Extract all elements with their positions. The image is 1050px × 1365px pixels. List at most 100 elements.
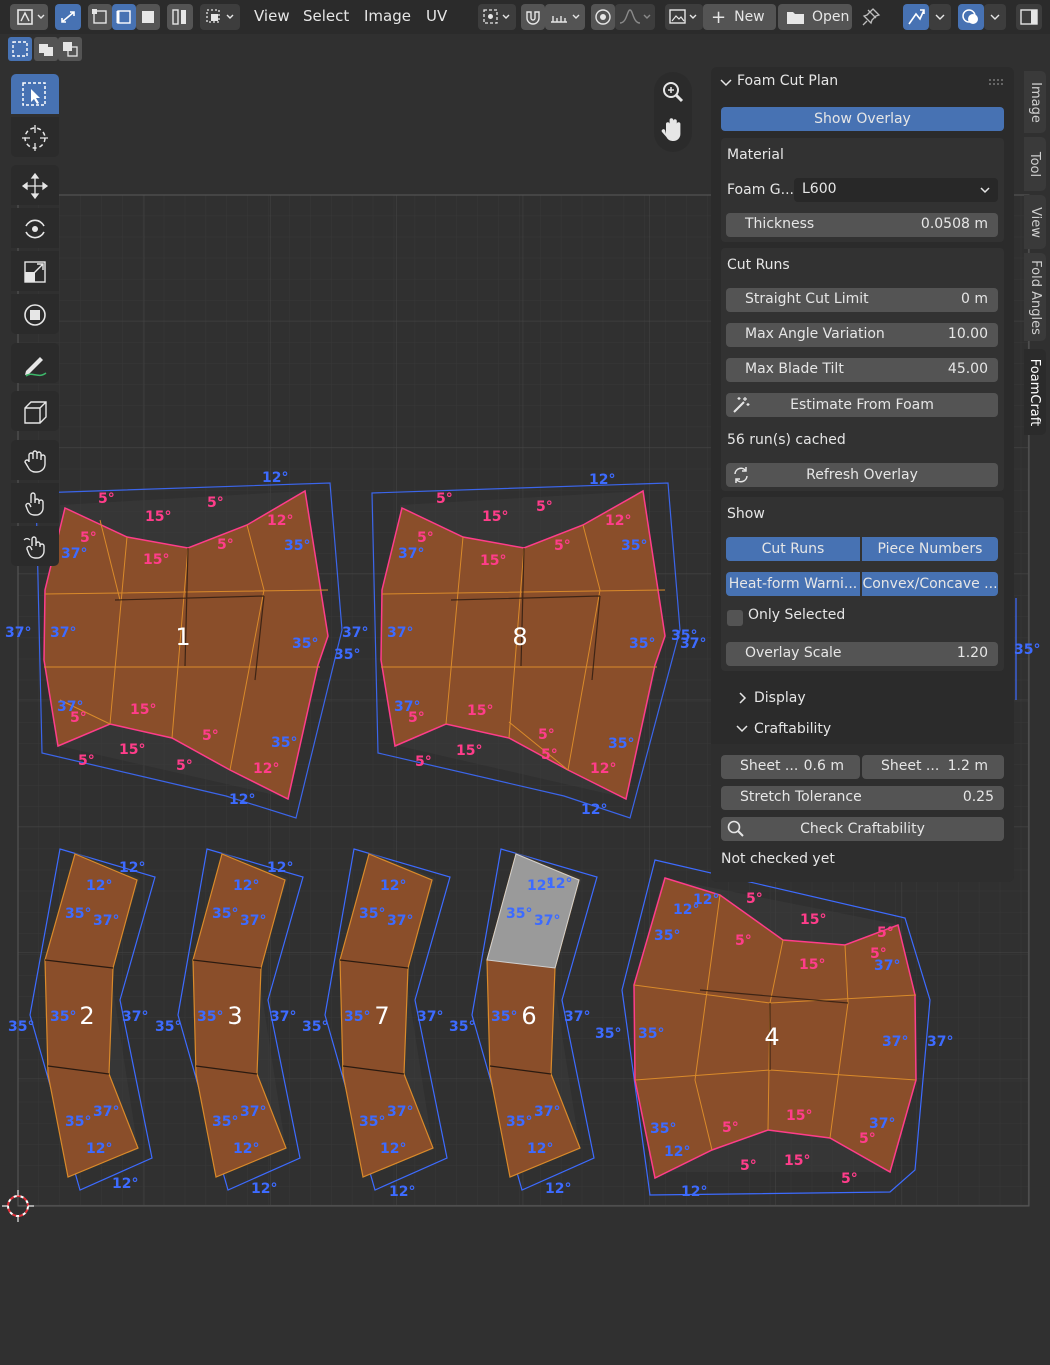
toggle-heat-form-warnings[interactable]: Heat-form Warni... [726, 572, 860, 596]
craftability-subpanel-header[interactable]: Craftability [721, 717, 1004, 741]
overlays-dropdown[interactable] [984, 4, 1006, 30]
angle-label: 5° [98, 491, 115, 507]
angle-label: 15° [786, 1108, 812, 1124]
angle-label: 12° [119, 860, 145, 876]
check-craftability-button[interactable]: Check Craftability [721, 817, 1004, 841]
max-blade-tilt-field[interactable]: Max Blade Tilt 45.00 [726, 358, 998, 382]
foam-grade-dropdown[interactable]: L600 [794, 178, 998, 202]
display-label: Display [754, 690, 806, 706]
overlays-toggle[interactable] [958, 4, 984, 30]
gizmo-toggle[interactable] [903, 4, 929, 30]
chevron-down-icon [935, 14, 945, 20]
max-angle-variation-field[interactable]: Max Angle Variation 10.00 [726, 323, 998, 347]
sync-selection-toggle[interactable] [55, 4, 81, 30]
relax-tool[interactable] [11, 526, 59, 566]
scale-tool[interactable] [11, 251, 59, 291]
edge-select-button[interactable] [112, 4, 136, 30]
transform-tool[interactable] [11, 294, 59, 334]
cursor-tool[interactable] [11, 117, 59, 157]
sidebar-toggle[interactable] [1016, 4, 1042, 30]
proportional-editing-toggle[interactable] [591, 4, 615, 30]
pin-toggle[interactable] [859, 4, 883, 30]
menu-select[interactable]: Select [303, 7, 349, 25]
toggle-cut-runs[interactable]: Cut Runs [726, 537, 860, 561]
falloff-curve-icon [619, 9, 651, 24]
tab-view[interactable]: View [1024, 195, 1046, 249]
editor-type-button[interactable] [10, 4, 48, 30]
display-subpanel-header[interactable]: Display [721, 686, 1004, 710]
toggle-convex-concave[interactable]: Convex/Concave ... [862, 572, 998, 596]
tab-foamcraft[interactable]: FoamCraft [1024, 349, 1046, 435]
menu-image[interactable]: Image [364, 7, 411, 25]
tab-tool-label: Tool [1027, 151, 1043, 177]
sheet-width-field[interactable]: Sheet ... 0.6 m [721, 755, 860, 779]
material-heading: Material [727, 147, 784, 163]
panel-header[interactable]: Foam Cut Plan [711, 67, 1014, 97]
new-image-button[interactable]: + New [703, 4, 776, 30]
island-select-button[interactable] [167, 4, 193, 30]
image-browse-dropdown[interactable] [665, 4, 703, 30]
angle-label: 37° [417, 1009, 443, 1025]
pinch-tool[interactable] [11, 483, 59, 523]
tab-fold-angles[interactable]: Fold Angles [1024, 253, 1046, 341]
tab-view-label: View [1027, 206, 1043, 238]
sample-tool[interactable] [11, 391, 59, 431]
move-tool[interactable] [11, 165, 59, 205]
angle-label: 5° [436, 491, 453, 507]
only-selected-checkbox[interactable] [727, 610, 743, 626]
toggle-piece-numbers[interactable]: Piece Numbers [862, 537, 998, 561]
sticky-selection-dropdown[interactable] [200, 4, 240, 30]
piece-number-1: 1 [175, 623, 190, 651]
angle-label: 15° [143, 552, 169, 568]
rotate-tool[interactable] [11, 208, 59, 248]
thickness-label: Thickness [745, 216, 815, 232]
angle-label: 5° [722, 1120, 739, 1136]
estimate-from-foam-button[interactable]: Estimate From Foam [726, 393, 998, 417]
edge-mode-icon [116, 10, 131, 24]
vertex-mode-icon [92, 9, 107, 24]
tab-image[interactable]: Image [1024, 71, 1046, 133]
angle-label: 5° [877, 925, 894, 941]
snap-toggle[interactable] [521, 4, 545, 30]
select-box-tool[interactable] [11, 74, 59, 114]
select-mode-subtract[interactable] [58, 37, 82, 61]
snap-target-dropdown[interactable] [545, 4, 585, 30]
menu-uv[interactable]: UV [426, 7, 447, 25]
refresh-overlay-button[interactable]: Refresh Overlay [726, 463, 998, 487]
angle-label: 12° [664, 1144, 690, 1160]
tab-tool[interactable]: Tool [1024, 137, 1046, 191]
face-select-button[interactable] [136, 4, 160, 30]
pin-icon [862, 8, 881, 26]
piece-number-4: 4 [764, 1023, 779, 1051]
open-image-button[interactable]: Open [778, 4, 852, 30]
menu-view[interactable]: View [254, 7, 290, 25]
angle-label: 15° [480, 553, 506, 569]
overlay-scale-field[interactable]: Overlay Scale 1.20 [726, 642, 998, 666]
overlay-scale-value: 1.20 [956, 645, 988, 661]
thickness-field[interactable]: Thickness 0.0508 m [726, 213, 998, 237]
select-mode-new[interactable] [8, 37, 32, 61]
angle-label: 5° [415, 754, 432, 770]
zoom-icon[interactable] [663, 82, 684, 103]
angle-label: 35° [506, 906, 532, 922]
pivot-point-dropdown[interactable] [478, 4, 516, 30]
vertex-select-button[interactable] [88, 4, 112, 30]
stretch-tolerance-field[interactable]: Stretch Tolerance 0.25 [721, 786, 1004, 810]
gizmo-dropdown[interactable] [929, 4, 951, 30]
stretch-tolerance-label: Stretch Tolerance [740, 789, 862, 805]
annotate-tool[interactable] [11, 343, 59, 383]
max-angle-variation-label: Max Angle Variation [745, 326, 885, 342]
falloff-dropdown[interactable] [615, 4, 655, 30]
piece-number-3: 3 [227, 1002, 242, 1030]
search-icon [727, 820, 744, 837]
straight-cut-limit-field[interactable]: Straight Cut Limit 0 m [726, 288, 998, 312]
pan-hand-icon[interactable] [661, 118, 681, 141]
select-mode-extend[interactable] [34, 37, 58, 61]
piece-number-8: 8 [512, 623, 527, 651]
show-overlay-button[interactable]: Show Overlay [721, 107, 1004, 131]
drag-handle-icon[interactable] [988, 77, 1004, 87]
angle-label: 35° [50, 1009, 76, 1025]
grab-tool[interactable] [11, 440, 59, 480]
angle-label: 35° [449, 1019, 475, 1035]
sheet-height-field[interactable]: Sheet ... 1.2 m [862, 755, 1004, 779]
